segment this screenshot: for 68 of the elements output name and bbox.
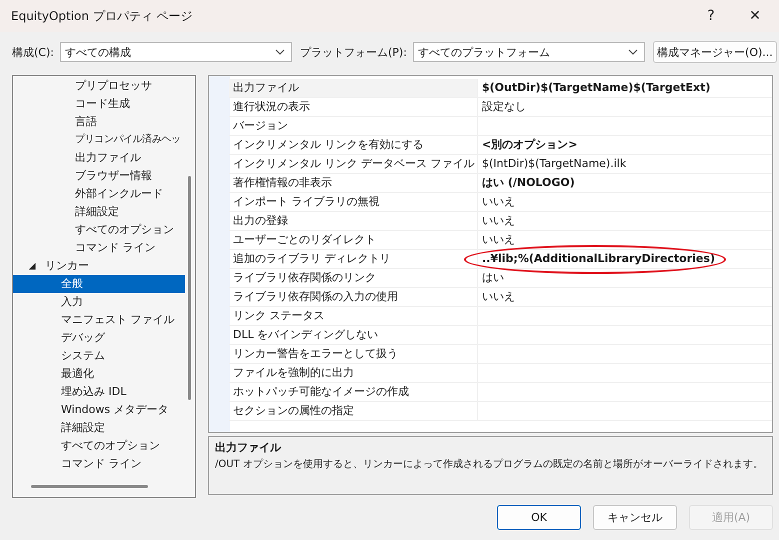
property-value[interactable]: $(IntDir)$(TargetName).ilk [478, 155, 772, 174]
property-name[interactable]: 著作権情報の非表示 [229, 174, 478, 193]
property-name[interactable]: 出力の登録 [229, 212, 478, 231]
property-name[interactable]: リンク ステータス [229, 307, 478, 326]
property-name[interactable]: ライブラリ依存関係の入力の使用 [229, 288, 478, 307]
tree-item[interactable]: 最適化 [13, 365, 185, 383]
property-name[interactable]: インクリメンタル リンクを有効にする [229, 136, 478, 155]
property-name[interactable]: バージョン [229, 117, 478, 136]
window-title: EquityOption プロパティ ページ [11, 8, 193, 24]
tree-item[interactable]: すべてのオプション [13, 437, 185, 455]
property-name[interactable]: インクリメンタル リンク データベース ファイル [229, 155, 478, 174]
tree-item[interactable]: 全般 [13, 275, 185, 293]
property-name[interactable]: ファイルを強制的に出力 [229, 364, 478, 383]
property-value[interactable]: $(OutDir)$(TargetName)$(TargetExt) [478, 79, 772, 98]
tree-item[interactable]: すべてのオプション [13, 221, 185, 239]
property-name[interactable]: DLL をバインディングしない [229, 326, 478, 345]
property-value[interactable]: いいえ [478, 212, 772, 231]
chevron-down-icon [274, 49, 285, 55]
property-name[interactable]: 追加のライブラリ ディレクトリ [229, 250, 478, 269]
tree-item[interactable]: 外部インクルード [13, 185, 185, 203]
description-text: /OUT オプションを使用すると、リンカーによって作成されるプログラムの既定の名前と場所がオーバーライドされます。 [215, 458, 764, 471]
property-value[interactable]: <別のオプション> [478, 136, 772, 155]
dialog-button[interactable]: OK [497, 505, 581, 530]
property-value[interactable]: いいえ [478, 231, 772, 250]
property-name[interactable]: ホットパッチ可能なイメージの作成 [229, 383, 478, 402]
description-title: 出力ファイル [215, 440, 282, 455]
property-value[interactable]: ..¥lib;%(AdditionalLibraryDirectories) [478, 250, 772, 269]
tree-item[interactable]: プリプロセッサ [13, 77, 185, 95]
property-name[interactable]: ユーザーごとのリダイレクト [229, 231, 478, 250]
property-name[interactable]: 進行状況の表示 [229, 98, 478, 117]
tree-item[interactable]: ブラウザー情報 [13, 167, 185, 185]
chevron-down-icon [628, 49, 638, 55]
platform-dropdown[interactable]: すべてのプラットフォーム [412, 42, 645, 62]
tree-item[interactable]: 入力 [13, 293, 185, 311]
property-name[interactable]: インポート ライブラリの無視 [229, 193, 478, 212]
close-button[interactable]: ✕ [733, 1, 777, 31]
tree-item[interactable]: 言語 [13, 113, 185, 131]
configuration-dropdown[interactable]: すべての構成 [60, 42, 292, 62]
configuration-label: 構成(C): [12, 44, 54, 60]
tree-item[interactable]: リンカー [13, 257, 185, 275]
scrollbar-thumb[interactable] [31, 485, 148, 488]
property-name[interactable]: リンカー警告をエラーとして扱う [229, 345, 478, 364]
platform-label: プラットフォーム(P): [300, 44, 407, 60]
help-button[interactable]: ? [689, 1, 733, 31]
property-name[interactable]: セクションの属性の指定 [229, 402, 478, 421]
triangle-down-icon[interactable] [29, 262, 36, 270]
property-value[interactable]: はい (/NOLOGO) [478, 174, 772, 193]
tree-item[interactable]: 出力ファイル [13, 149, 185, 167]
tree-item[interactable]: コード生成 [13, 95, 185, 113]
tree-item[interactable]: コマンド ライン [13, 455, 185, 473]
tree-item[interactable]: コマンド ライン [13, 239, 185, 257]
property-name[interactable]: 出力ファイル [229, 79, 478, 98]
property-value[interactable]: いいえ [478, 193, 772, 212]
configuration-manager-button[interactable]: 構成マネージャー(O)... [652, 41, 777, 63]
tree-item[interactable]: 詳細設定 [13, 419, 185, 437]
tree-item[interactable]: プリコンパイル済みヘッ [13, 131, 185, 149]
scrollbar-thumb[interactable] [188, 176, 191, 400]
property-value[interactable]: はい [478, 269, 772, 288]
property-value[interactable]: いいえ [478, 288, 772, 307]
property-value[interactable]: 設定なし [478, 98, 772, 117]
dialog-button[interactable]: キャンセル [593, 505, 677, 530]
tree-item[interactable]: Windows メタデータ [13, 401, 185, 419]
tree-item[interactable]: デバッグ [13, 329, 185, 347]
tree-item[interactable]: マニフェスト ファイル [13, 311, 185, 329]
property-name[interactable]: ライブラリ依存関係のリンク [229, 269, 478, 288]
tree-item[interactable]: 埋め込み IDL [13, 383, 185, 401]
tree-item[interactable]: 詳細設定 [13, 203, 185, 221]
tree-item[interactable]: システム [13, 347, 185, 365]
